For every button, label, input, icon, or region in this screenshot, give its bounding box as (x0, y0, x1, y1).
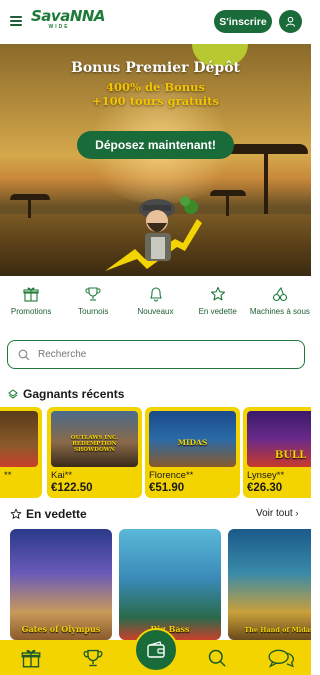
category-label: Promotions (10, 307, 52, 316)
winner-amount: €51.90 (149, 482, 185, 494)
see-all-link[interactable]: Voir tout › (256, 508, 298, 519)
see-all-label: Voir tout (256, 508, 293, 519)
game-thumbnail (0, 411, 38, 467)
winner-name: ** (4, 470, 12, 481)
chat-icon[interactable] (268, 648, 294, 668)
explorer-character-illustration (105, 196, 202, 271)
winner-name: Lynsey** (247, 470, 285, 481)
winner-card[interactable]: OUTLAWS INC. REDEMPTION SHOWDOWN Kai** €… (47, 407, 142, 498)
wallet-icon (147, 641, 165, 658)
winner-name: Kai** (51, 470, 73, 481)
acacia-trunk (28, 198, 31, 218)
recent-winners-heading: Gagnants récents (7, 387, 124, 401)
hero-banner[interactable]: Bonus Premier Dépôt 400% de Bonus +100 t… (0, 44, 311, 276)
logo-text: SavaNNA (31, 7, 106, 25)
search-icon[interactable] (207, 648, 227, 668)
page: SavaNNA WIDE S'inscrire Bonus Premier Dé… (0, 0, 311, 675)
chevron-right-icon: › (295, 508, 299, 518)
category-bar: Promotions Tournois Nouveaux En vedette … (0, 276, 311, 338)
gift-icon[interactable] (21, 648, 41, 668)
acacia-trunk (264, 152, 268, 214)
category-slots[interactable]: Machines à sous (249, 276, 311, 338)
featured-game-card[interactable]: Gates of Olympus (10, 529, 112, 640)
bell-icon (149, 287, 162, 302)
featured-game-card[interactable]: Big Bass (119, 529, 221, 640)
search-icon (18, 349, 30, 360)
category-label: Machines à sous (249, 307, 310, 316)
category-promotions[interactable]: Promotions (0, 276, 62, 338)
star-icon (210, 286, 225, 301)
game-title: Gates of Olympus (21, 624, 101, 634)
winner-card[interactable]: ** (0, 407, 42, 498)
game-title: BULL (274, 450, 307, 461)
game-thumbnail: OUTLAWS INC. REDEMPTION SHOWDOWN (51, 411, 138, 467)
acacia-trunk (226, 194, 229, 216)
winner-amount: €26.30 (247, 482, 283, 494)
category-tournaments[interactable]: Tournois (62, 276, 124, 338)
hero-offer-line1: 400% de Bonus (106, 80, 205, 94)
hero-offer-line2: +100 tours gratuits (92, 94, 219, 108)
category-label: Nouveaux (137, 307, 174, 316)
coins-icon (8, 389, 18, 399)
winner-card[interactable]: BULL Lynsey** €26.30 (243, 407, 311, 498)
user-icon (285, 16, 296, 27)
top-header: SavaNNA WIDE S'inscrire (0, 0, 311, 44)
hero-title: Bonus Premier Dépôt (70, 60, 241, 76)
deposit-button[interactable]: Déposez maintenant! (77, 131, 234, 159)
game-thumbnail: BULL (247, 411, 311, 467)
section-title-text: En vedette (26, 507, 87, 521)
game-title: The Hand of Midas (244, 626, 311, 634)
user-login-button[interactable] (279, 10, 302, 33)
featured-heading: En vedette (10, 507, 87, 521)
category-new[interactable]: Nouveaux (124, 276, 186, 338)
category-featured[interactable]: En vedette (187, 276, 249, 338)
category-label: En vedette (198, 307, 237, 316)
trophy-icon[interactable] (83, 648, 103, 668)
section-title-text: Gagnants récents (23, 387, 125, 401)
star-icon (10, 508, 22, 519)
search-input[interactable] (38, 349, 288, 360)
wallet-button[interactable] (134, 628, 178, 672)
winner-name: Florence** (149, 470, 194, 481)
signup-button[interactable]: S'inscrire (214, 10, 272, 33)
game-thumbnail: MIDAS (149, 411, 236, 467)
game-title: OUTLAWS INC. REDEMPTION SHOWDOWN (70, 435, 119, 453)
trophy-icon (85, 287, 101, 301)
game-title: MIDAS (177, 438, 208, 447)
gift-icon (23, 287, 39, 302)
winner-card[interactable]: MIDAS Florence** €51.90 (145, 407, 240, 498)
hero-offer: 400% de Bonus +100 tours gratuits (0, 80, 311, 108)
winner-amount: €122.50 (51, 482, 93, 494)
search-box[interactable] (7, 340, 305, 369)
logo[interactable]: SavaNNA WIDE (31, 7, 106, 33)
featured-game-card[interactable]: The Hand of Midas (228, 529, 311, 640)
cherry-icon (272, 286, 287, 302)
category-label: Tournois (78, 307, 109, 316)
acacia-tree (228, 144, 308, 154)
hamburger-menu-icon[interactable] (10, 16, 22, 26)
